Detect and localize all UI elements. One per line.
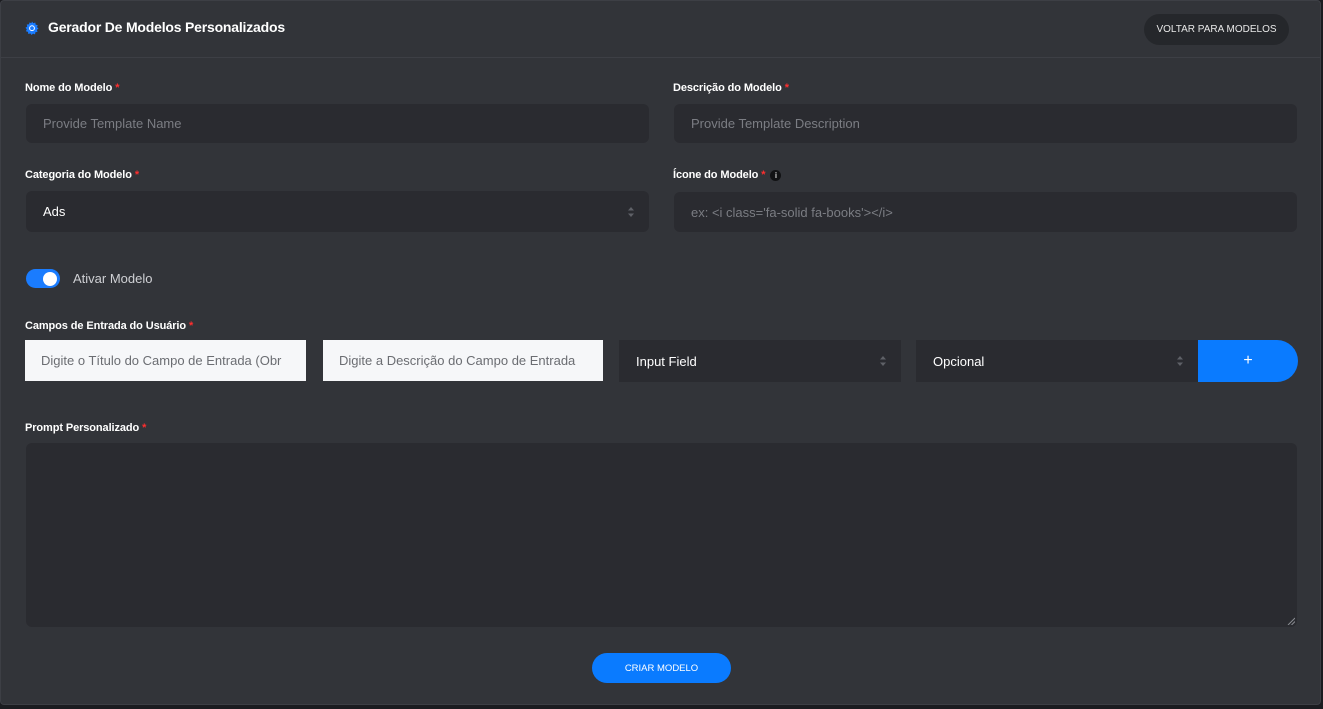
add-input-field-button[interactable]: +	[1198, 340, 1298, 382]
back-to-templates-button[interactable]: VOLTAR PARA MODELOS	[1144, 14, 1289, 45]
template-icon-input[interactable]: ex: <i class='fa-solid fa-books'></i>	[674, 192, 1297, 232]
gear-badge-icon	[25, 21, 39, 35]
custom-prompt-label-text: Prompt Personalizado	[25, 422, 140, 434]
panel-header: Gerador De Modelos Personalizados VOLTAR…	[1, 1, 1320, 58]
user-input-fields-label: Campos de Entrada do Usuário *	[25, 320, 193, 332]
template-name-label: Nome do Modelo *	[25, 82, 120, 94]
select-arrows-icon	[880, 356, 886, 366]
required-mark: *	[189, 320, 194, 332]
required-mark: *	[784, 82, 789, 94]
input-field-required-select[interactable]: Opcional	[916, 340, 1198, 382]
template-description-input[interactable]: Provide Template Description	[674, 104, 1297, 143]
page-title: Gerador De Modelos Personalizados	[48, 19, 285, 35]
template-generator-panel: Gerador De Modelos Personalizados VOLTAR…	[0, 0, 1321, 705]
required-mark: *	[134, 169, 140, 181]
template-icon-placeholder: ex: <i class='fa-solid fa-books'></i>	[691, 204, 893, 220]
input-field-required-value: Opcional	[933, 353, 985, 369]
activate-template-label: Ativar Modelo	[73, 271, 153, 286]
input-field-description-placeholder: Digite a Descrição do Campo de Entrada	[339, 353, 576, 368]
required-mark: *	[761, 169, 766, 181]
template-icon-label-text: Ícone do Modelo	[673, 169, 759, 181]
custom-prompt-label: Prompt Personalizado *	[25, 422, 146, 434]
template-category-label: Categoria do Modelo *	[25, 169, 139, 181]
template-description-placeholder: Provide Template Description	[691, 116, 860, 131]
resize-grip-icon[interactable]	[1287, 617, 1295, 625]
required-mark: *	[142, 422, 147, 434]
template-icon-label: Ícone do Modelo * i	[673, 169, 782, 181]
template-description-label: Descrição do Modelo *	[673, 82, 789, 94]
template-category-value: Ads	[43, 204, 66, 219]
template-category-select[interactable]: Ads	[26, 191, 649, 232]
select-arrows-icon	[628, 206, 634, 217]
template-name-placeholder: Provide Template Name	[43, 116, 182, 131]
input-field-type-value: Input Field	[636, 353, 697, 369]
toggle-knob	[43, 271, 57, 286]
template-name-input[interactable]: Provide Template Name	[26, 104, 649, 143]
template-category-label-text: Categoria do Modelo	[25, 169, 132, 181]
activate-template-toggle[interactable]	[26, 269, 60, 288]
required-mark: *	[115, 82, 120, 94]
custom-prompt-textarea[interactable]	[26, 443, 1297, 627]
template-description-label-text: Descrição do Modelo	[673, 82, 782, 94]
input-field-title-placeholder: Digite o Título do Campo de Entrada (Obr	[41, 353, 282, 368]
template-name-label-text: Nome do Modelo	[25, 82, 113, 94]
info-icon[interactable]: i	[770, 170, 782, 181]
select-arrows-icon	[1177, 356, 1183, 366]
user-input-fields-label-text: Campos de Entrada do Usuário	[25, 320, 187, 332]
input-field-description-input[interactable]: Digite a Descrição do Campo de Entrada	[323, 340, 603, 381]
input-field-type-select[interactable]: Input Field	[619, 340, 901, 382]
create-template-button[interactable]: CRIAR MODELO	[592, 653, 731, 683]
input-field-title-input[interactable]: Digite o Título do Campo de Entrada (Obr	[25, 340, 306, 381]
